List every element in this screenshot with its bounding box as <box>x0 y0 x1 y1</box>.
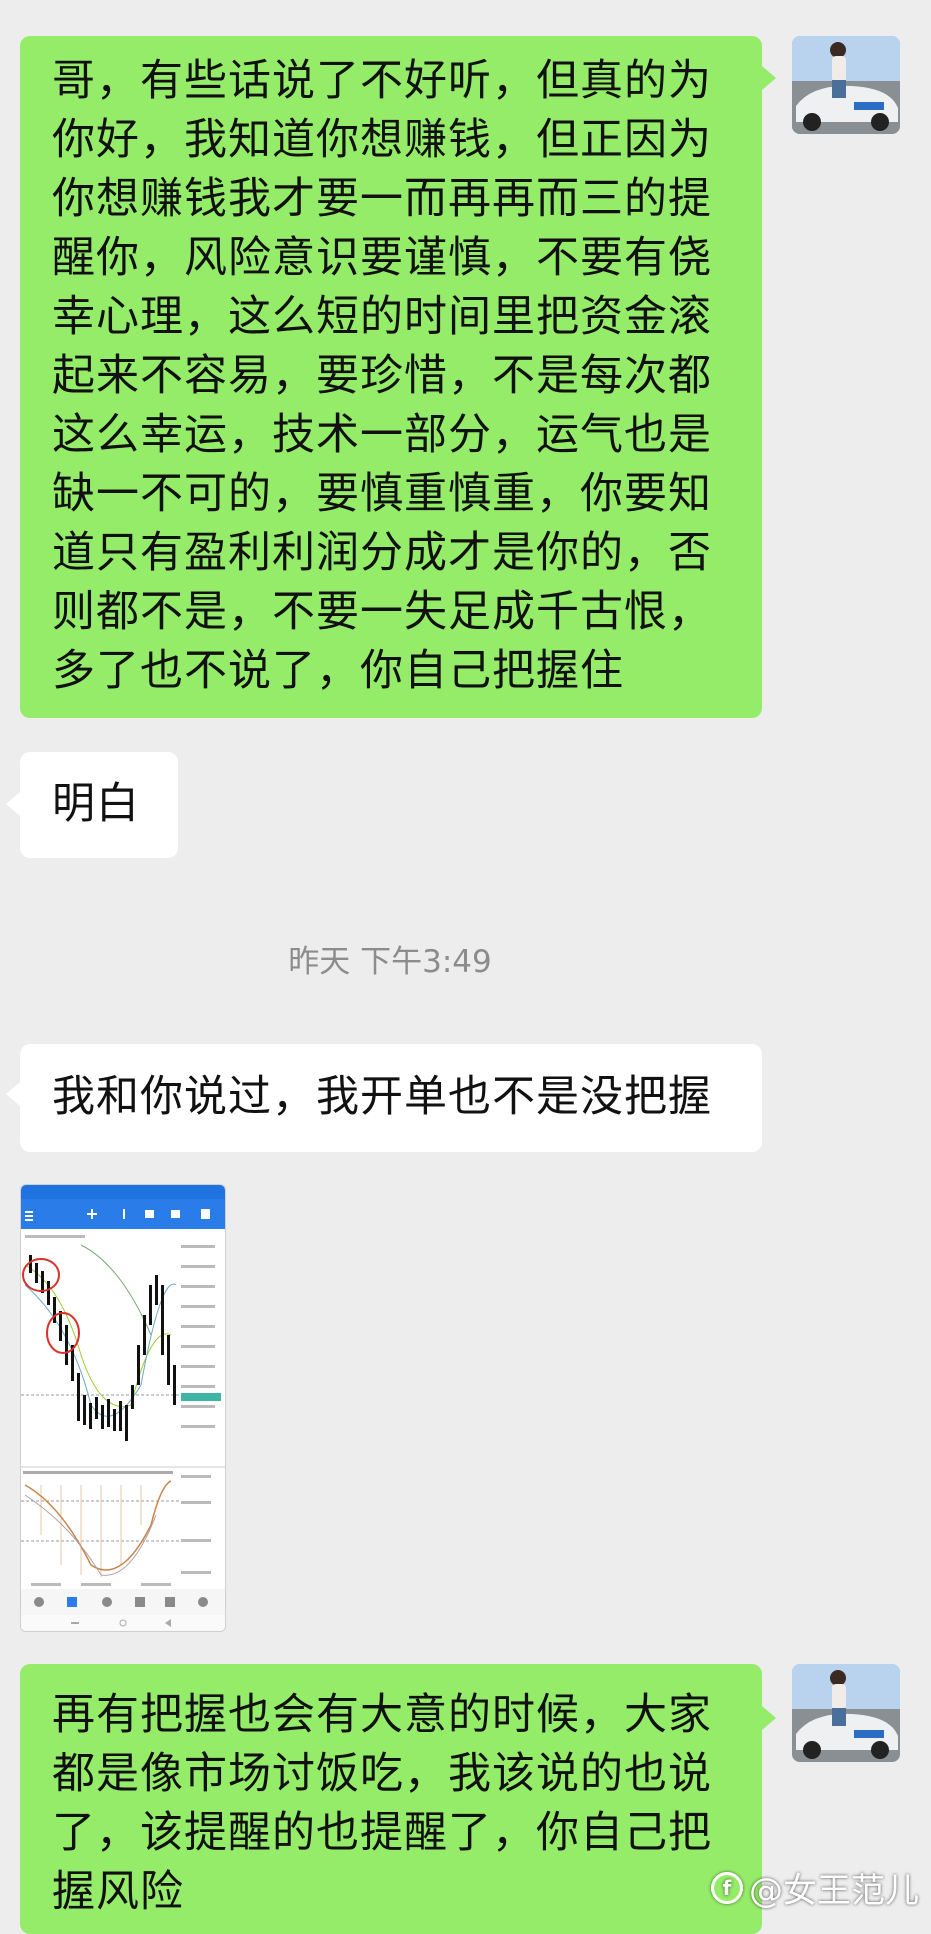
message-line: 幸心理，这么短的时间里把资金滚 <box>52 292 712 342</box>
message-line: 你好，我知道你想赚钱，但正因为 <box>52 115 712 165</box>
message-line: 缺一不可的，要慎重慎重，你要知 <box>52 469 712 519</box>
chat-timestamp: 昨天 下午3:49 <box>288 944 492 980</box>
message-bubble[interactable]: 哥，有些话说了不好听，但真的为 你好，我知道你想赚钱，但正因为 你想赚钱我才要一… <box>20 36 762 718</box>
message-line: 你想赚钱我才要一而再再而三的提 <box>52 174 712 224</box>
message-bubble[interactable]: 我和你说过，我开单也不是没把握 <box>20 1044 762 1152</box>
message-line: 起来不容易，要珍惜，不是每次都 <box>52 351 712 401</box>
watermark: f @女王范儿 <box>711 1863 919 1912</box>
message-line: 握风险 <box>52 1867 184 1917</box>
message-bubble[interactable]: 再有把握也会有大意的时候，大家 都是像市场讨饭吃，我该说的也说 了，该提醒的也提… <box>20 1664 762 1934</box>
message-line: 都是像市场讨饭吃，我该说的也说 <box>52 1749 712 1799</box>
message-text: 明白 <box>52 779 140 829</box>
message-line: 多了也不说了，你自己把握住 <box>52 646 624 696</box>
message-line: 了，该提醒的也提醒了，你自己把 <box>52 1808 712 1858</box>
bubble-tail <box>762 1706 776 1730</box>
trading-chart-thumbnail <box>21 1185 225 1631</box>
avatar-photo <box>792 1664 900 1762</box>
message-bubble[interactable]: 明白 <box>20 752 178 858</box>
avatar[interactable] <box>792 36 900 134</box>
message-line: 哥，有些话说了不好听，但真的为 <box>52 56 712 106</box>
message-line: 则都不是，不要一失足成千古恨， <box>52 587 712 637</box>
watermark-text: @女王范儿 <box>749 1871 919 1911</box>
bubble-tail <box>762 66 776 90</box>
message-line: 这么幸运，技术一部分，运气也是 <box>52 410 712 460</box>
message-line: 醒你，风险意识要谨慎，不要有侥 <box>52 233 712 283</box>
avatar[interactable] <box>792 1664 900 1762</box>
message-text: 我和你说过，我开单也不是没把握 <box>52 1072 712 1122</box>
bubble-tail <box>6 1082 20 1106</box>
avatar-photo <box>792 36 900 134</box>
message-line: 再有把握也会有大意的时候，大家 <box>52 1690 712 1740</box>
image-message-trading-chart[interactable] <box>20 1184 226 1632</box>
bubble-tail <box>6 792 20 816</box>
message-line: 道只有盈利利润分成才是你的，否 <box>52 528 712 578</box>
watermark-logo-icon: f <box>711 1871 743 1904</box>
